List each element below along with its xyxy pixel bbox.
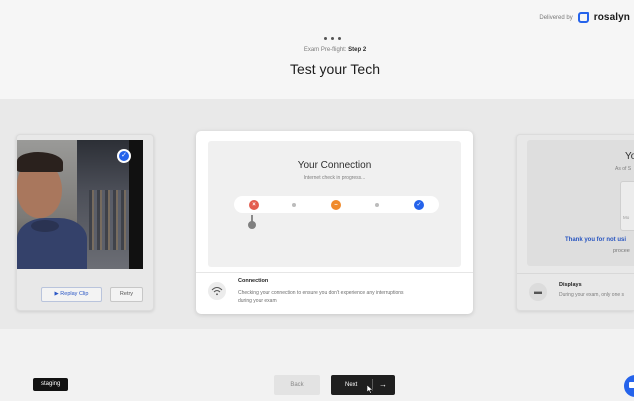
environment-badge: staging bbox=[33, 378, 69, 391]
step-dots bbox=[324, 37, 341, 40]
display-proceed-text: procee bbox=[613, 248, 630, 254]
step-prefix: Exam Pre-flight: bbox=[303, 47, 347, 53]
progress-marker-icon bbox=[248, 215, 256, 229]
divider bbox=[196, 272, 473, 273]
progress-dot bbox=[375, 203, 379, 207]
display-subtitle: As of S bbox=[615, 166, 632, 172]
next-button[interactable]: Next → bbox=[331, 375, 395, 395]
next-button-label: Next bbox=[345, 382, 358, 388]
check-icon: ✓ bbox=[117, 149, 131, 163]
divider bbox=[517, 273, 634, 274]
replay-clip-button[interactable]: ▶ Replay Clip bbox=[41, 287, 102, 302]
camera-card[interactable]: ✓ ▶ Replay Clip Retry bbox=[16, 134, 154, 311]
mouse-cursor-icon bbox=[367, 385, 373, 394]
chat-icon bbox=[629, 382, 634, 388]
monitor-label: Mo bbox=[623, 215, 630, 220]
success-status-icon: ✓ bbox=[414, 200, 424, 210]
step-indicator: Exam Pre-flight: Step 2 bbox=[240, 47, 430, 53]
display-card[interactable]: You As of S Mo Thank you for not usi pro… bbox=[516, 134, 634, 311]
page-title: Test your Tech bbox=[289, 61, 380, 77]
display-title: You bbox=[625, 151, 634, 162]
progress-dot bbox=[292, 203, 296, 207]
connection-title: Your Connection bbox=[297, 160, 372, 171]
warning-status-icon: – bbox=[331, 200, 341, 210]
display-detail-text: During your exam, only one s bbox=[559, 292, 625, 298]
step-number: Step 2 bbox=[348, 47, 367, 53]
arrow-right-icon: → bbox=[379, 380, 387, 389]
brand-name: rosalyn bbox=[593, 12, 630, 23]
connection-card: Your Connection Internet check in progre… bbox=[196, 131, 473, 314]
error-status-icon: × bbox=[249, 200, 259, 210]
connection-detail-title: Connection bbox=[238, 278, 269, 284]
display-detail-title: Displays bbox=[559, 282, 582, 288]
monitor-illustration bbox=[620, 181, 634, 231]
display-thanks-text: Thank you for not usi bbox=[565, 237, 626, 243]
connection-progress-track: × – ✓ bbox=[234, 196, 439, 213]
retry-button[interactable]: Retry bbox=[110, 287, 143, 302]
connection-detail-text: Checking your connection to ensure you d… bbox=[238, 290, 404, 304]
delivered-by: Delivered by rosalyn bbox=[539, 12, 630, 23]
monitor-icon: ▬ bbox=[529, 283, 547, 301]
delivered-by-label: Delivered by bbox=[539, 14, 573, 21]
connection-subtitle: Internet check in progress... bbox=[303, 175, 366, 181]
chat-button[interactable] bbox=[624, 375, 634, 397]
brand-logo-icon bbox=[577, 12, 589, 23]
wifi-icon bbox=[208, 282, 226, 300]
back-button[interactable]: Back bbox=[274, 375, 320, 395]
connection-panel: Your Connection Internet check in progre… bbox=[208, 141, 461, 267]
